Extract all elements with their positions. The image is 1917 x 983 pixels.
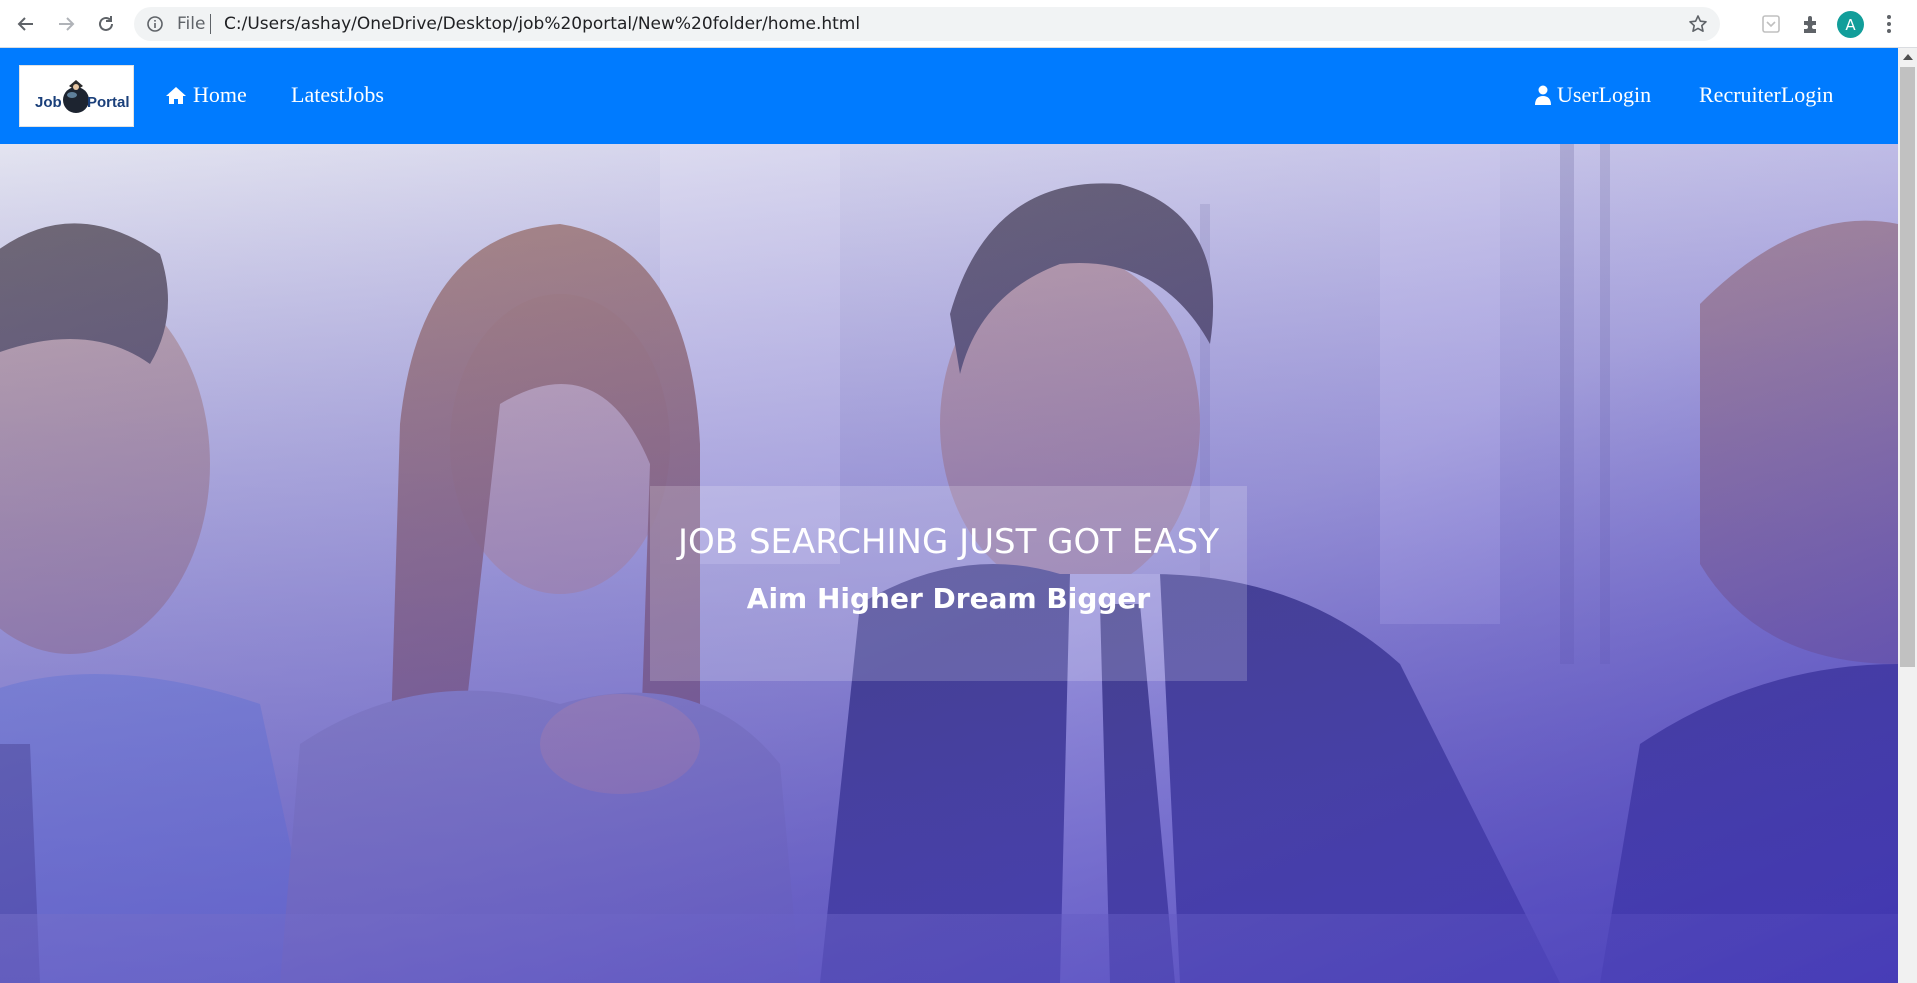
scheme-label: File [177,14,206,34]
scroll-up-arrow-icon[interactable] [1903,54,1913,60]
reload-icon [99,16,113,31]
url-text[interactable]: C:/Users/ashay/OneDrive/Desktop/job%20po… [224,15,860,33]
profile-avatar[interactable]: A [1837,11,1864,38]
nav-latestjobs-label: LatestJobs [291,82,384,107]
star-icon[interactable] [1688,14,1708,34]
logo-word-job: Job [35,94,62,111]
user-icon [1535,85,1551,105]
forward-button[interactable] [51,9,81,39]
hero-banner: JOB SEARCHING JUST GOT EASY Aim Higher D… [0,144,1898,983]
back-arrow-icon [17,17,33,31]
puzzle-icon[interactable] [1800,13,1822,35]
nav-recruiterlogin-link[interactable]: RecruiterLogin [1699,82,1833,108]
forward-arrow-icon [59,17,75,31]
nav-userlogin-link[interactable]: UserLogin [1535,82,1651,108]
hero-caption: JOB SEARCHING JUST GOT EASY Aim Higher D… [650,486,1247,681]
logo-word-portal: Portal [87,94,130,111]
site-navbar: Job Portal Home LatestJobs UserLogin Rec… [0,48,1898,144]
site-logo[interactable]: Job Portal [19,65,134,127]
browser-toolbar: File C:/Users/ashay/OneDrive/Desktop/job… [0,0,1917,48]
hero-subtitle: Aim Higher Dream Bigger [746,582,1151,615]
home-icon [166,87,186,104]
reload-button[interactable] [91,9,121,39]
page-scrollbar[interactable] [1898,48,1917,983]
nav-home-label: Home [193,82,247,107]
page-viewport: Job Portal Home LatestJobs UserLogin Rec… [0,48,1898,983]
hero-title: JOB SEARCHING JUST GOT EASY [678,522,1219,562]
back-button[interactable] [11,9,41,39]
info-icon[interactable] [146,15,164,33]
more-vert-icon[interactable] [1885,12,1893,36]
extension-icon[interactable] [1760,13,1782,35]
scheme-divider [210,14,211,34]
scrollbar-thumb[interactable] [1900,67,1915,667]
nav-home-link[interactable]: Home [165,82,247,108]
nav-latestjobs-link[interactable]: LatestJobs [291,82,384,108]
address-bar[interactable]: File C:/Users/ashay/OneDrive/Desktop/job… [134,7,1720,41]
nav-recruiterlogin-label: RecruiterLogin [1699,82,1834,107]
nav-userlogin-label: UserLogin [1557,82,1652,107]
